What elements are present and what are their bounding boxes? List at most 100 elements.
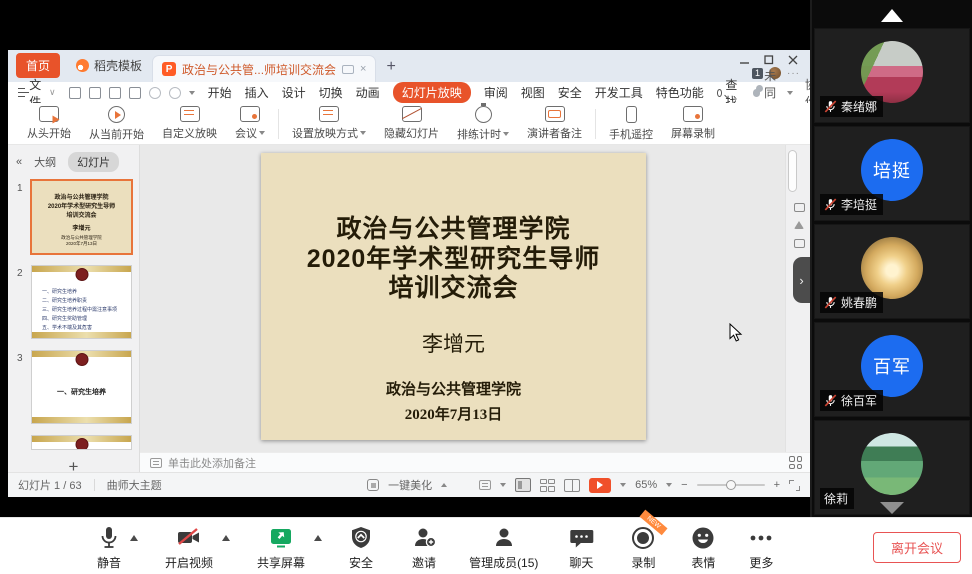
duplicate-slides-icon[interactable] — [794, 239, 805, 248]
slides-tab-selected[interactable]: 幻灯片 — [68, 152, 119, 172]
quick-access-caret-icon[interactable] — [189, 91, 195, 95]
wps-menu-bar: 文件 ∨ 开始 插入 设计 切换 动画 幻灯片放映 审阅 视图 安全 开发工具 … — [8, 82, 810, 103]
wps-document-tab[interactable]: P 政治与公共管...师培训交流会 × — [152, 55, 376, 82]
share-screen-button[interactable]: 共享屏幕 — [257, 525, 305, 571]
menu-review[interactable]: 审阅 — [484, 84, 508, 101]
vertical-scrollbar[interactable] — [788, 150, 797, 192]
zoom-level[interactable]: 65% — [635, 479, 657, 491]
chat-button[interactable]: 聊天 — [568, 525, 594, 571]
leave-meeting-button[interactable]: 离开会议 — [873, 532, 961, 563]
participant-tile[interactable]: 徐莉 — [814, 420, 970, 515]
participant-tile[interactable]: 培挺 李培挺 — [814, 126, 970, 221]
notes-toggle-icon[interactable] — [479, 480, 491, 490]
participant-tile[interactable]: 姚春鹏 — [814, 224, 970, 319]
theme-name[interactable]: 曲师大主题 — [107, 477, 162, 493]
menu-start[interactable]: 开始 — [208, 84, 232, 101]
maximize-icon[interactable] — [764, 55, 774, 65]
reading-view-button[interactable] — [564, 479, 580, 492]
participant-tile[interactable]: 秦绪娜 — [814, 28, 970, 123]
slideshow-play-button[interactable] — [589, 478, 611, 493]
save-icon[interactable] — [69, 87, 81, 99]
tab-close-icon[interactable]: × — [360, 63, 366, 75]
beautify-caret-icon[interactable] — [441, 483, 447, 487]
slide-sorter-view-button[interactable] — [540, 479, 555, 492]
mute-button[interactable]: 静音 — [97, 525, 121, 571]
menu-security[interactable]: 安全 — [558, 84, 582, 101]
ribbon-setup-show[interactable]: 设置放映方式 — [283, 106, 375, 141]
ribbon-hide-slide[interactable]: 隐藏幻灯片 — [375, 106, 448, 141]
slide-settings-icon[interactable] — [794, 203, 805, 212]
ribbon-screen-record[interactable]: 屏幕录制 — [662, 106, 724, 141]
scroll-up-arrow-icon[interactable] — [881, 9, 903, 22]
slide-sorter-grid-icon[interactable] — [789, 456, 802, 469]
slide-thumbnail-3[interactable]: 3 一、研究生培养 — [32, 351, 131, 423]
wps-docer-tab[interactable]: 稻壳模板 — [66, 52, 152, 82]
ribbon-from-current[interactable]: 从当前开始 — [80, 106, 153, 142]
print-preview-icon[interactable] — [109, 87, 121, 99]
security-button[interactable]: 安全 — [349, 525, 373, 571]
ribbon-meeting[interactable]: 会议 — [226, 106, 274, 141]
ribbon-rehearse-timing[interactable]: 排练计时 — [448, 106, 518, 142]
wps-home-tab[interactable]: 首页 — [16, 53, 60, 78]
university-emblem-icon — [75, 438, 88, 449]
menu-view[interactable]: 视图 — [521, 84, 545, 101]
ribbon-label: 演讲者备注 — [527, 125, 582, 141]
more-button[interactable]: 更多 — [748, 525, 774, 571]
ribbon-phone-remote[interactable]: 手机遥控 — [600, 106, 662, 142]
share-options-caret-icon[interactable] — [314, 535, 322, 541]
wps-presentation-file-icon: P — [162, 62, 176, 76]
current-slide[interactable]: 政治与公共管理学院 2020年学术型研究生导师 培训交流会 李增元 政治与公共管… — [261, 153, 646, 440]
mute-options-caret-icon[interactable] — [130, 535, 138, 541]
fullscreen-icon[interactable] — [789, 480, 800, 491]
zoom-caret-icon[interactable] — [666, 483, 672, 487]
export-icon[interactable] — [129, 87, 141, 99]
redo-icon[interactable] — [169, 87, 181, 99]
expand-sidebar-tab[interactable]: › — [793, 257, 810, 303]
ribbon-custom-show[interactable]: 自定义放映 — [153, 106, 226, 141]
zoom-slider[interactable] — [697, 484, 765, 486]
emoji-button[interactable]: 表情 — [690, 525, 716, 571]
new-tab-button[interactable]: + — [376, 58, 405, 82]
menu-slideshow-active[interactable]: 幻灯片放映 — [393, 82, 471, 103]
menu-design[interactable]: 设计 — [282, 84, 306, 101]
zoom-in-button[interactable]: + — [774, 479, 780, 491]
menu-features[interactable]: 特色功能 — [656, 84, 704, 101]
notes-toggle-caret-icon[interactable] — [500, 483, 506, 487]
smart-beautify-star-icon[interactable] — [794, 221, 804, 229]
zoom-slider-knob[interactable] — [726, 480, 736, 490]
minimize-icon[interactable] — [740, 55, 750, 65]
beautify-wand-icon[interactable] — [367, 479, 379, 491]
thumb1-date: 2020年7月13日 — [32, 241, 131, 247]
notes-bar[interactable]: 单击此处添加备注 — [140, 452, 810, 472]
manage-members-button[interactable]: 管理成员(15) — [469, 525, 538, 571]
participant-tile[interactable]: 百军 徐百军 — [814, 322, 970, 417]
start-video-button[interactable]: 开启视频 — [165, 525, 213, 571]
slide-canvas[interactable]: 政治与公共管理学院 2020年学术型研究生导师 培训交流会 李增元 政治与公共管… — [140, 145, 785, 452]
close-window-icon[interactable] — [788, 55, 798, 65]
ribbon-speaker-notes[interactable]: 演讲者备注 — [518, 106, 591, 141]
slide-thumbnail-4-partial[interactable] — [32, 436, 131, 449]
collapse-panel-icon[interactable]: « — [16, 156, 22, 168]
outline-tab[interactable]: 大纲 — [34, 154, 56, 170]
rehearse-timer-icon — [475, 106, 492, 123]
zoom-out-button[interactable]: − — [681, 479, 687, 491]
one-click-beautify[interactable]: 一键美化 — [388, 477, 432, 493]
invite-group: 邀请 — [411, 525, 437, 571]
scroll-down-arrow-icon[interactable] — [880, 502, 904, 514]
slide-thumbnail-1[interactable]: 1 政治与公共管理学院 2020年学术型研究生导师 培训交流会 李增元 政治与公… — [32, 181, 131, 253]
invite-button[interactable]: 邀请 — [411, 525, 437, 571]
slide-thumbnail-2[interactable]: 2 一、研究生培养 二、研究生培养职责 三、研究生培养过程中需注意事项 四、研究… — [32, 266, 131, 338]
menu-transition[interactable]: 切换 — [319, 84, 343, 101]
menu-animation[interactable]: 动画 — [356, 84, 380, 101]
ribbon-from-beginning[interactable]: 从头开始 — [18, 106, 80, 141]
normal-view-button[interactable] — [515, 478, 531, 492]
undo-icon[interactable] — [149, 87, 161, 99]
camera-options-caret-icon[interactable] — [222, 535, 230, 541]
print-icon[interactable] — [89, 87, 101, 99]
menu-devtools[interactable]: 开发工具 — [595, 84, 643, 101]
record-button[interactable]: 录制 — [630, 525, 656, 571]
thumbnail-number: 1 — [17, 183, 23, 194]
menu-insert[interactable]: 插入 — [245, 84, 269, 101]
members-group: 管理成员(15) — [469, 525, 538, 571]
play-options-caret-icon[interactable] — [620, 483, 626, 487]
